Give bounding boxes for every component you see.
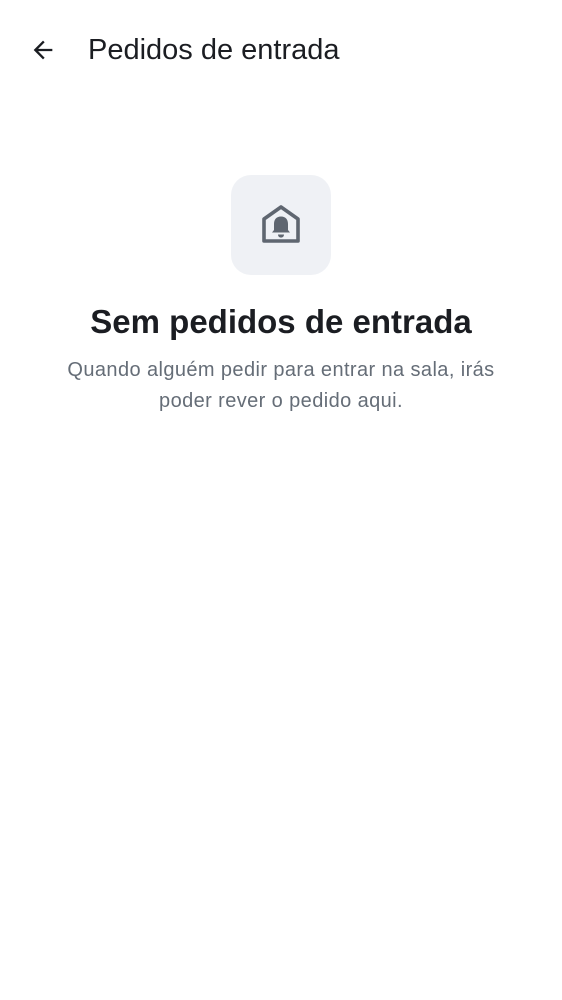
empty-state-title: Sem pedidos de entrada <box>90 303 472 340</box>
arrow-left-icon <box>33 40 53 60</box>
empty-state-icon-tile <box>231 175 331 275</box>
page-title: Pedidos de entrada <box>88 34 340 66</box>
empty-state-description: Quando alguém pedir para entrar na sala,… <box>67 359 495 412</box>
top-app-bar: Pedidos de entrada <box>0 0 562 100</box>
back-button[interactable] <box>21 28 65 72</box>
empty-state: Sem pedidos de entrada Quando alguém ped… <box>0 175 562 417</box>
house-bell-icon <box>262 205 300 243</box>
app-screen: Pedidos de entrada Sem pedidos de entrad… <box>0 0 562 1000</box>
